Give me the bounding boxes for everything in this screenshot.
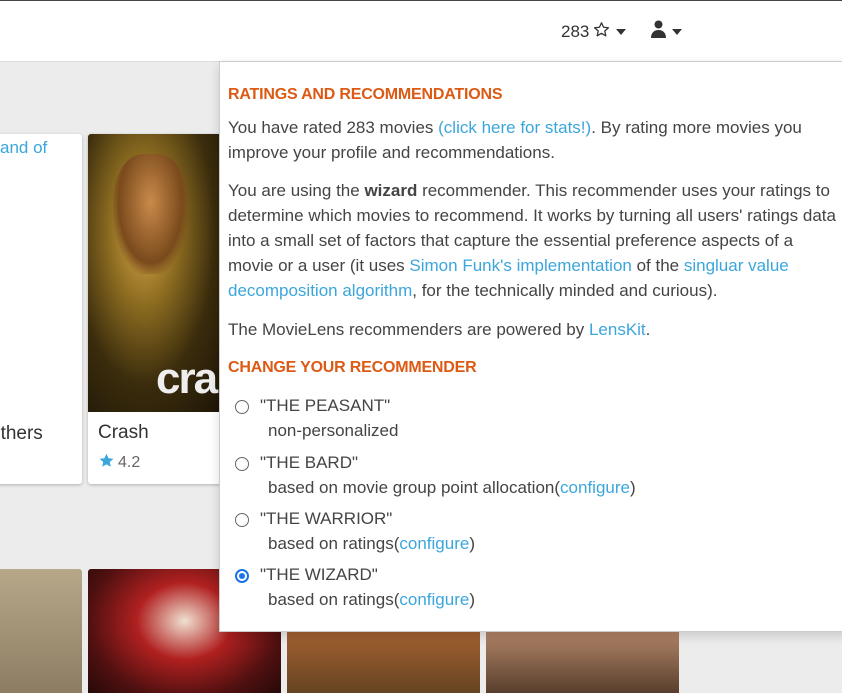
- radio-button[interactable]: [235, 400, 249, 414]
- configure-link[interactable]: configure: [560, 478, 630, 497]
- radio-button[interactable]: [235, 513, 249, 527]
- text-segment: based on movie group point allocation(: [268, 478, 561, 497]
- text-segment: non-personalized: [268, 421, 399, 440]
- text-segment: .: [645, 320, 651, 339]
- ratings-count-menu[interactable]: 283: [561, 21, 627, 43]
- option-description: based on ratings(configure): [268, 590, 475, 610]
- radio-button[interactable]: [235, 457, 249, 471]
- text-segment: ): [629, 478, 636, 497]
- radio-button-selected[interactable]: [235, 569, 249, 583]
- text-segment: based on ratings(: [268, 534, 400, 553]
- user-menu[interactable]: [651, 20, 682, 43]
- movie-card-link[interactable]: and of: [0, 138, 47, 158]
- text-segment: ): [469, 590, 475, 609]
- option-description: based on ratings(configure): [268, 534, 475, 554]
- caret-down-icon: [672, 28, 682, 35]
- option-name[interactable]: "THE BARD": [260, 453, 358, 473]
- poster-title-art: cra: [156, 354, 218, 403]
- movie-poster[interactable]: [0, 569, 82, 693]
- top-navbar: 283: [0, 0, 842, 62]
- ratings-heading: RATINGS AND RECOMMENDATIONS: [228, 86, 503, 103]
- star-outline-icon: [593, 21, 610, 43]
- recommender-name: wizard: [364, 181, 418, 200]
- movie-poster[interactable]: cra: [88, 134, 228, 412]
- configure-link[interactable]: configure: [399, 590, 469, 609]
- configure-link[interactable]: configure: [399, 534, 469, 553]
- movie-card[interactable]: and of others: [0, 134, 82, 484]
- text-segment: based on ratings(: [268, 590, 400, 609]
- movie-card-title[interactable]: others: [0, 423, 43, 445]
- recommender-description: You are using the wizard recommender. Th…: [228, 178, 842, 303]
- text-segment: of the: [631, 256, 684, 275]
- stats-link[interactable]: (click here for stats!): [438, 118, 591, 137]
- option-name[interactable]: "THE WARRIOR": [260, 509, 392, 529]
- lenskit-link[interactable]: LensKit: [589, 320, 646, 339]
- option-name[interactable]: "THE PEASANT": [260, 396, 390, 416]
- funk-implementation-link[interactable]: Simon Funk's implementation: [409, 256, 631, 275]
- user-icon: [651, 20, 666, 43]
- option-description: based on movie group point allocation(co…: [268, 478, 636, 498]
- text-segment: You have rated 283 movies: [228, 118, 439, 137]
- text-segment: , for the technically minded and curious…: [412, 281, 718, 300]
- caret-down-icon: [616, 29, 627, 35]
- poster-face: [113, 154, 188, 274]
- ratings-count-value: 283: [561, 22, 590, 41]
- movie-card-crash[interactable]: cra Crash 4.2: [88, 134, 228, 484]
- movie-rating: 4.2: [98, 452, 140, 474]
- movie-rating-value: 4.2: [118, 454, 141, 471]
- movie-card-title[interactable]: Crash: [98, 422, 149, 444]
- option-description: non-personalized: [268, 421, 398, 441]
- star-filled-icon: [98, 452, 115, 474]
- text-segment: You are using the: [228, 181, 365, 200]
- text-segment: The MovieLens recommenders are powered b…: [228, 320, 589, 339]
- lenskit-credit: The MovieLens recommenders are powered b…: [228, 317, 842, 342]
- rated-summary-text: You have rated 283 movies (click here fo…: [228, 115, 842, 165]
- ratings-dropdown-panel: RATINGS AND RECOMMENDATIONS You have rat…: [219, 61, 842, 632]
- change-recommender-heading: CHANGE YOUR RECOMMENDER: [228, 359, 477, 376]
- text-segment: ): [469, 534, 475, 553]
- option-name[interactable]: "THE WIZARD": [260, 565, 378, 585]
